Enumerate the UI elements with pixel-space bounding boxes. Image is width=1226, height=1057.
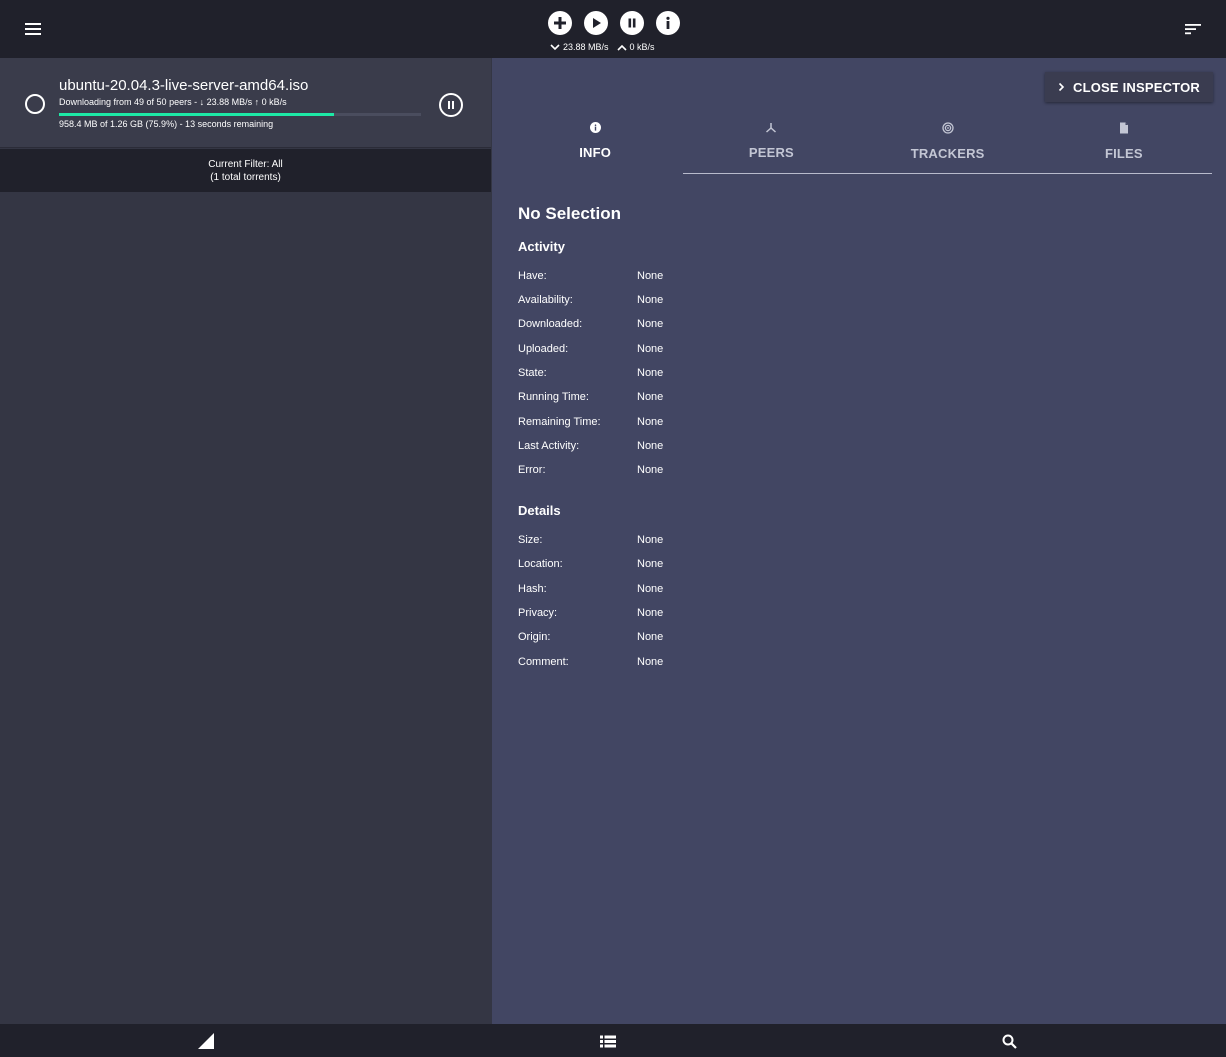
chevron-up-icon: [616, 44, 627, 51]
tab-trackers-label: TRACKERS: [910, 146, 985, 161]
chevron-down-icon: [550, 43, 560, 50]
field-value: None: [637, 464, 664, 476]
field-value: None: [637, 440, 664, 452]
field-label: Last Activity:: [518, 440, 580, 452]
field-label: Hash:: [518, 583, 547, 595]
field-value: None: [637, 318, 664, 330]
field-value: None: [637, 391, 664, 403]
field-label: Origin:: [518, 631, 551, 643]
field-value: None: [637, 558, 664, 570]
tab-info-label: INFO: [579, 145, 612, 160]
info-icon[interactable]: [656, 11, 680, 35]
field-value: None: [637, 583, 664, 595]
peers-icon: [766, 123, 777, 133]
field-label: Privacy:: [518, 607, 558, 619]
bottom-toolbar: [0, 1024, 1226, 1057]
torrent-row[interactable]: ubuntu-20.04.3-live-server-amd64.iso Dow…: [0, 58, 491, 148]
field-label: Error:: [518, 464, 546, 476]
field-label: Running Time:: [518, 391, 589, 403]
inspector-panel: CLOSE INSPECTOR INFO PEERS TRACKERS FILE…: [492, 58, 1226, 1024]
pause-icon[interactable]: [620, 11, 644, 35]
menu-icon[interactable]: [22, 18, 44, 40]
file-icon: [1119, 122, 1128, 134]
field-value: None: [637, 534, 664, 546]
field-value: None: [637, 416, 664, 428]
field-value: None: [637, 343, 664, 355]
torrent-peers-status: Downloading from 49 of 50 peers - ↓ 23.8…: [59, 97, 287, 107]
upload-speed-value: 0 kB/s: [629, 42, 655, 52]
field-label: State:: [518, 367, 547, 379]
upload-speed: 0 kB/s: [616, 42, 655, 52]
tab-peers-label: PEERS: [748, 145, 794, 160]
signal-icon[interactable]: [197, 1033, 215, 1049]
torrent-pause-button[interactable]: [439, 93, 463, 117]
tab-files[interactable]: FILES: [1036, 116, 1212, 174]
torrent-select-radio[interactable]: [25, 94, 45, 114]
torrent-size-status: 958.4 MB of 1.26 GB (75.9%) - 13 seconds…: [59, 119, 274, 129]
inspector-tabs: INFO PEERS TRACKERS FILES: [507, 116, 1212, 174]
tab-files-label: FILES: [1104, 146, 1143, 161]
play-icon[interactable]: [584, 11, 608, 35]
inspector-title: No Selection: [518, 204, 621, 223]
close-inspector-button[interactable]: CLOSE INSPECTOR: [1045, 72, 1213, 102]
field-label: Remaining Time:: [518, 416, 601, 428]
field-value: None: [637, 367, 664, 379]
field-label: Size:: [518, 534, 543, 546]
speed-summary: 23.88 MB/s 0 kB/s: [550, 41, 690, 53]
field-value: None: [637, 631, 664, 643]
field-label: Comment:: [518, 656, 569, 668]
details-heading: Details: [518, 503, 561, 518]
torrent-list: ubuntu-20.04.3-live-server-amd64.iso Dow…: [0, 58, 491, 1024]
activity-heading: Activity: [518, 239, 565, 254]
field-label: Uploaded:: [518, 343, 569, 355]
add-icon[interactable]: [548, 11, 572, 35]
tab-trackers[interactable]: TRACKERS: [860, 116, 1036, 174]
field-label: Availability:: [518, 294, 573, 306]
field-label: Downloaded:: [518, 318, 583, 330]
current-filter: Current Filter: All (1 total torrents): [0, 149, 491, 192]
field-value: None: [637, 294, 664, 306]
download-speed-value: 23.88 MB/s: [563, 42, 609, 52]
field-label: Have:: [518, 270, 547, 282]
field-value: None: [637, 607, 664, 619]
torrent-name: ubuntu-20.04.3-live-server-amd64.iso: [59, 77, 309, 94]
tab-peers[interactable]: PEERS: [683, 116, 859, 174]
torrent-actions: [548, 11, 680, 35]
tabs-underline: [683, 173, 1212, 174]
torrent-progress-bar: [59, 113, 421, 116]
filter-label: Current Filter: All: [208, 158, 283, 170]
top-toolbar: 23.88 MB/s 0 kB/s: [0, 0, 1226, 58]
field-value: None: [637, 270, 664, 282]
sort-icon[interactable]: [1182, 18, 1204, 40]
field-value: None: [637, 656, 664, 668]
search-icon[interactable]: [1000, 1033, 1018, 1049]
download-speed: 23.88 MB/s: [550, 42, 609, 52]
pause-icon: [448, 101, 454, 109]
trackers-icon: [941, 122, 954, 134]
filter-count: (1 total torrents): [210, 171, 281, 183]
field-label: Location:: [518, 558, 563, 570]
chevron-right-icon: [1058, 82, 1065, 92]
list-icon[interactable]: [599, 1033, 617, 1049]
tab-info[interactable]: INFO: [507, 116, 683, 174]
info-icon: [589, 122, 601, 133]
close-inspector-label: CLOSE INSPECTOR: [1072, 79, 1200, 95]
torrent-progress-fill: [59, 113, 334, 116]
